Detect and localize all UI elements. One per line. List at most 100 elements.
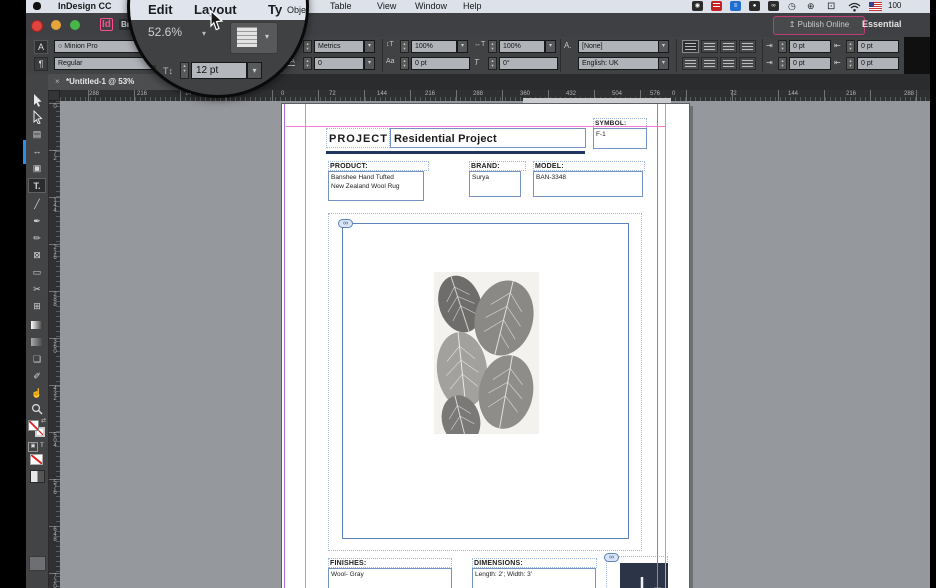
vertical-scale-stepper[interactable]: ▴▾ (400, 40, 409, 53)
tracking-field[interactable]: 0 (314, 57, 364, 70)
document-page[interactable]: PROJECT Residential Project SYMBOL: F-1 … (281, 103, 690, 588)
scissors-tool[interactable]: ✂ (26, 282, 48, 297)
gap-tool[interactable]: ↔ (26, 144, 48, 159)
margin-guide-right[interactable] (665, 104, 666, 588)
margin-guide-left[interactable] (305, 104, 306, 588)
swap-fill-stroke-icon[interactable]: ⇄ (41, 417, 46, 424)
justify-left-button[interactable] (682, 57, 699, 70)
move-icon[interactable]: ⊕ (807, 1, 815, 12)
selection-tool[interactable] (26, 93, 48, 108)
left-indent-field[interactable]: 0 pt (789, 40, 831, 53)
camera-icon[interactable]: ◉ (692, 1, 703, 11)
column-guide-right[interactable] (657, 104, 658, 588)
project-title-frame[interactable]: Residential Project (390, 128, 586, 148)
preview-mode-button[interactable] (30, 470, 45, 483)
header-rule[interactable] (326, 151, 585, 154)
clock-icon[interactable]: ◷ (788, 1, 796, 12)
model-value-frame[interactable]: BAN-3348 (533, 171, 643, 197)
right-indent-field[interactable]: 0 pt (857, 40, 899, 53)
workspace-switcher[interactable]: Essential (862, 19, 902, 29)
record-icon[interactable]: ● (749, 1, 760, 11)
free-transform-tool[interactable]: ⊞ (26, 299, 48, 314)
character-style-field[interactable]: [None] (578, 40, 660, 53)
fill-stroke-swatches[interactable]: ⇄ (28, 420, 48, 440)
product-label-frame[interactable]: PRODUCT: (328, 161, 429, 171)
menu-app-name[interactable]: InDesign CC (58, 1, 112, 11)
display-icon[interactable]: ⊡ (827, 1, 835, 12)
model-label-frame[interactable]: MODEL: (533, 161, 645, 171)
vertical-scale-field[interactable]: 100% (411, 40, 457, 53)
formatting-affects-text-button[interactable]: T (38, 442, 46, 450)
line-tool[interactable]: ╱ (26, 197, 48, 212)
first-line-indent-stepper[interactable]: ▴▾ (778, 57, 787, 70)
kerning-dropdown[interactable]: ▾ (364, 40, 375, 53)
film-icon[interactable] (711, 1, 722, 11)
product-value-frame[interactable]: Banshee Hand Tufted New Zealand Wool Rug (328, 171, 424, 201)
ruler-corner[interactable] (48, 90, 60, 101)
rug-leaf-image[interactable] (434, 272, 539, 434)
fill-swatch[interactable] (28, 420, 39, 431)
project-label-frame[interactable]: PROJECT (326, 128, 390, 148)
apply-none-button[interactable] (30, 454, 43, 465)
brand-value-frame[interactable]: Surya (469, 171, 521, 197)
horizontal-scale-stepper[interactable]: ▴▾ (488, 40, 497, 53)
rectangle-tool[interactable]: ▭ (26, 265, 48, 280)
justify-all-button[interactable] (739, 57, 756, 70)
page-tool[interactable]: ▤ (26, 127, 48, 142)
menu-help[interactable]: Help (463, 1, 482, 11)
menu-view[interactable]: View (377, 1, 396, 11)
horizontal-scale-dropdown[interactable]: ▾ (545, 40, 556, 53)
linked-frame-badge[interactable]: ∞ (338, 219, 353, 228)
justify-button[interactable] (739, 40, 756, 53)
symbol-value-frame[interactable]: F-1 (593, 128, 647, 149)
baseline-shift-stepper[interactable]: ▴▾ (400, 57, 409, 70)
frame-tool[interactable]: ⊠ (26, 248, 48, 263)
language-field[interactable]: English: UK (578, 57, 660, 70)
pen-tool[interactable]: ✒ (26, 214, 48, 229)
horizontal-scale-field[interactable]: 100% (499, 40, 545, 53)
first-line-indent-field[interactable]: 0 pt (789, 57, 831, 70)
character-style-dropdown[interactable]: ▾ (658, 40, 669, 53)
menu-window[interactable]: Window (415, 1, 447, 11)
flag-icon[interactable] (869, 2, 882, 11)
brand-label-frame[interactable]: BRAND: (469, 161, 526, 171)
align-center-button[interactable] (701, 40, 718, 53)
right-indent-stepper[interactable]: ▴▾ (846, 40, 855, 53)
character-formatting-toggle[interactable]: A (34, 40, 48, 54)
column-guide-left[interactable] (284, 104, 285, 588)
wifi-icon[interactable] (848, 2, 861, 12)
language-dropdown[interactable]: ▾ (658, 57, 669, 70)
direct-selection-tool[interactable] (26, 110, 48, 125)
battery-percent[interactable]: 100 (888, 1, 901, 10)
kerning-field[interactable]: Metrics (314, 40, 364, 53)
last-line-indent-field[interactable]: 0 pt (857, 57, 899, 70)
screen-mode-button[interactable] (29, 556, 46, 571)
eyedropper-tool[interactable]: ✐ (26, 369, 48, 384)
justify-right-button[interactable] (720, 57, 737, 70)
paragraph-formatting-toggle[interactable]: ¶ (34, 57, 48, 71)
content-collector-tool[interactable]: ▣ (26, 161, 48, 176)
pencil-tool[interactable]: ✏ (26, 231, 48, 246)
baseline-shift-field[interactable]: 0 pt (411, 57, 470, 70)
vertical-ruler[interactable]: 072 144216 288360 432504 576648 720 (48, 101, 60, 588)
tracking-stepper[interactable]: ▴▾ (303, 57, 312, 70)
zoom-window-button[interactable] (70, 20, 80, 30)
finishes-label-frame[interactable]: FINISHES: (328, 558, 452, 568)
zoom-tool[interactable] (26, 403, 48, 418)
left-indent-stepper[interactable]: ▴▾ (778, 40, 787, 53)
menu-table[interactable]: Table (330, 1, 352, 11)
formatting-affects-container-button[interactable]: ▣ (28, 442, 38, 452)
note-tool[interactable]: ❏ (26, 352, 48, 367)
dimensions-label-frame[interactable]: DIMENSIONS: (472, 558, 597, 568)
vertical-scale-dropdown[interactable]: ▾ (457, 40, 468, 53)
skew-field[interactable]: 0° (499, 57, 558, 70)
margin-guide-top[interactable] (286, 126, 665, 127)
justify-center-button[interactable] (701, 57, 718, 70)
type-tool[interactable]: T. (28, 178, 46, 193)
align-left-button[interactable] (682, 40, 699, 53)
dimensions-value-frame[interactable]: Length: 2'; Width: 3' (472, 568, 596, 588)
creative-cloud-icon[interactable]: ∞ (768, 1, 779, 11)
kerning-stepper[interactable]: ▴▾ (303, 40, 312, 53)
apple-menu-icon[interactable] (33, 2, 41, 10)
sync-app-icon[interactable]: ≡ (730, 1, 741, 11)
